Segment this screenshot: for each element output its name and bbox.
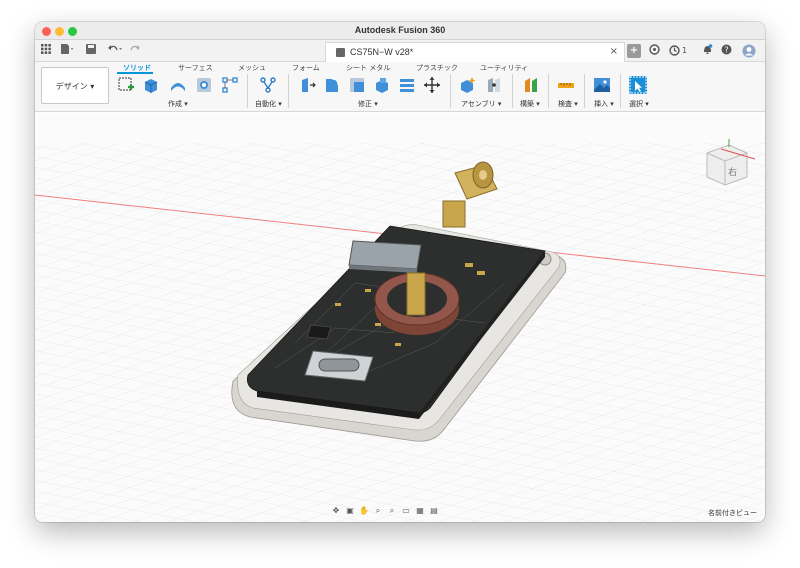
select-group-label[interactable]: 選択 ▾: [629, 99, 649, 109]
ribbon-separator: [450, 74, 451, 108]
joint-icon[interactable]: [485, 76, 503, 94]
select-icon[interactable]: [629, 76, 647, 94]
ribbon-separator: [288, 74, 289, 108]
undo-icon[interactable]: [106, 44, 124, 58]
ribbon-separator: [584, 74, 585, 108]
chamfer-icon[interactable]: [348, 76, 366, 94]
inspect-group-label[interactable]: 検査 ▾: [558, 99, 578, 109]
offset-plane-icon[interactable]: [522, 76, 540, 94]
grid-settings-icon[interactable]: ▦: [415, 506, 425, 516]
viewcube-face-label: 右: [728, 166, 737, 178]
tab-mesh[interactable]: メッシュ: [238, 63, 266, 73]
tab-utilities[interactable]: ユーティリティ: [480, 63, 528, 73]
assemble-group-label[interactable]: アセンブリ ▾: [461, 99, 501, 109]
3d-viewport[interactable]: 右 ✥ ▣ ✋ ⌕ ⌕ ▭ ▦ ▤ 名前付きビュー: [35, 113, 765, 522]
tab-sheet-metal[interactable]: シート メタル: [346, 63, 390, 73]
active-tab-indicator: [117, 72, 153, 74]
new-component-icon[interactable]: [459, 76, 477, 94]
look-at-icon[interactable]: ▣: [345, 506, 355, 516]
automate-icon[interactable]: [259, 76, 277, 94]
create-sketch-icon[interactable]: [117, 76, 135, 94]
notifications-icon[interactable]: [701, 44, 713, 58]
automate-group-label[interactable]: 自動化 ▾: [255, 99, 282, 109]
workspace-switcher[interactable]: デザイン ▾: [41, 67, 109, 104]
construct-group-label[interactable]: 構築 ▾: [520, 99, 540, 109]
rf-module[interactable]: [348, 240, 422, 273]
tab-surface[interactable]: サーフェス: [178, 63, 213, 73]
named-views-label[interactable]: 名前付きビュー: [708, 508, 757, 518]
help-icon[interactable]: ?: [720, 44, 732, 58]
viewport-layout-icon[interactable]: ▤: [429, 506, 439, 516]
measure-icon[interactable]: [557, 76, 575, 94]
tab-form[interactable]: フォーム: [292, 63, 320, 73]
fillet-icon[interactable]: [323, 76, 341, 94]
close-tab-icon[interactable]: ×: [610, 46, 618, 57]
toolbar-ribbon: デザイン ▾ ソリッド サーフェス メッシュ フォーム シート メタル プラスチ…: [35, 62, 765, 112]
revolve-icon[interactable]: [169, 76, 187, 94]
title-bar: Autodesk Fusion 360: [35, 22, 765, 40]
ribbon-separator: [247, 74, 248, 108]
job-status-icon[interactable]: 1: [667, 44, 689, 58]
zoom-icon[interactable]: ⌕: [373, 506, 383, 516]
usb-c-connector[interactable]: [304, 350, 374, 382]
document-tab[interactable]: CS75N−W v28* ×: [325, 42, 625, 62]
ribbon-separator: [548, 74, 549, 108]
create-group-label[interactable]: 作成 ▾: [168, 99, 188, 109]
quick-access-bar: CS75N−W v28* × + 1 ?: [35, 40, 765, 62]
window-title: Autodesk Fusion 360: [354, 25, 446, 35]
save-icon[interactable]: [85, 44, 97, 58]
coin-cell-holder[interactable]: [374, 272, 460, 335]
extrude-box-icon[interactable]: [142, 76, 160, 94]
new-tab-button[interactable]: +: [627, 44, 641, 58]
ribbon-separator: [620, 74, 621, 108]
app-window: Autodesk Fusion 360 CS75N−W v28* × + 1 ?…: [35, 22, 765, 522]
combine-icon[interactable]: [398, 76, 416, 94]
display-settings-icon[interactable]: ▭: [401, 506, 411, 516]
ic-chip[interactable]: [306, 324, 332, 340]
document-tab-label: CS75N−W v28*: [350, 47, 414, 57]
ribbon-separator: [512, 74, 513, 108]
apps-grid-icon[interactable]: [40, 44, 52, 58]
extensions-icon[interactable]: [648, 44, 660, 58]
model-canvas[interactable]: 右: [35, 113, 765, 522]
modify-group-label[interactable]: 修正 ▾: [358, 99, 378, 109]
tab-plastic[interactable]: プラスチック: [416, 63, 458, 73]
svg-text:?: ?: [724, 46, 728, 55]
move-icon[interactable]: [423, 76, 441, 94]
user-avatar[interactable]: [742, 44, 756, 58]
navigation-bar: ✥ ▣ ✋ ⌕ ⌕ ▭ ▦ ▤: [331, 506, 439, 518]
shell-icon[interactable]: [373, 76, 391, 94]
job-count: 1: [681, 46, 688, 55]
insert-group-label[interactable]: 挿入 ▾: [594, 99, 614, 109]
redo-icon[interactable]: [127, 44, 145, 58]
zoom-window-icon[interactable]: ⌕: [387, 506, 397, 516]
pattern-icon[interactable]: [221, 76, 239, 94]
document-cube-icon: [336, 48, 345, 57]
pan-hand-icon[interactable]: ✋: [359, 506, 369, 516]
insert-image-icon[interactable]: [593, 76, 611, 94]
hole-icon[interactable]: [195, 76, 213, 94]
file-menu-icon[interactable]: [59, 44, 75, 58]
press-pull-icon[interactable]: [298, 76, 316, 94]
orbit-icon[interactable]: ✥: [331, 506, 341, 516]
